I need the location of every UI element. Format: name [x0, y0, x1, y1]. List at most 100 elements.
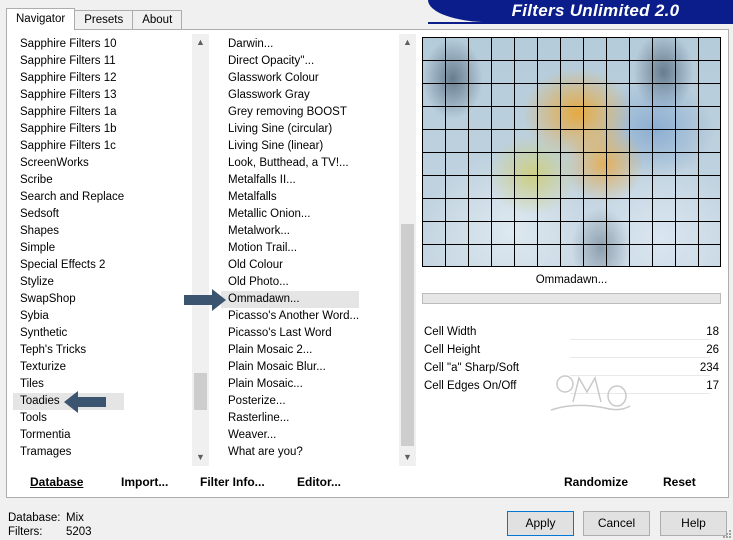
category-scroll-thumb[interactable]	[194, 373, 207, 410]
parameter-slider[interactable]	[570, 341, 710, 358]
parameter-value[interactable]: 18	[706, 323, 719, 341]
category-list-item[interactable]: Synthetic	[13, 325, 124, 342]
parameter-row: Cell Height 26	[422, 341, 721, 359]
app-title-banner: Filters Unlimited 2.0	[428, 0, 733, 22]
filter-list-item[interactable]: Posterize...	[221, 393, 359, 410]
scroll-down-icon[interactable]: ▼	[192, 449, 209, 466]
filter-list-item[interactable]: Glasswork Gray	[221, 87, 359, 104]
category-list-item[interactable]: Sybia	[13, 308, 124, 325]
category-list-item[interactable]: Sapphire Filters 12	[13, 70, 124, 87]
filters-count: 5203	[66, 526, 92, 538]
parameter-slider[interactable]	[570, 323, 710, 340]
filter-list-item[interactable]: Plain Mosaic 2...	[221, 342, 359, 359]
selected-filter-name: Ommadawn...	[535, 274, 608, 286]
parameter-name: Cell Width	[424, 326, 477, 338]
filter-list-item[interactable]: Weaver...	[221, 427, 359, 444]
parameter-value[interactable]: 17	[706, 377, 719, 395]
filter-list-items: Darwin... Direct Opacity''... Glasswork Co…	[221, 36, 360, 461]
filter-list[interactable]: Darwin... Direct Opacity''... Glasswork Co…	[221, 34, 416, 466]
tab-navigator[interactable]: Navigator	[6, 8, 76, 30]
filter-list-item[interactable]: Glasswork Colour	[221, 70, 359, 87]
filter-list-item[interactable]: What are you?	[221, 444, 359, 461]
database-button[interactable]: Database	[30, 475, 83, 489]
filter-list-item[interactable]: Metalwork...	[221, 223, 359, 240]
pointer-arrow-left-icon	[64, 391, 106, 413]
category-list-item[interactable]: Texturize	[13, 359, 124, 376]
filter-list-item[interactable]: Metalfalls	[221, 189, 359, 206]
import-button[interactable]: Import...	[121, 475, 168, 489]
parameter-value[interactable]: 234	[700, 359, 719, 377]
progress-bar	[422, 293, 721, 304]
list-toolbar: Database Import... Filter Info... Editor…	[13, 467, 417, 495]
filter-list-item[interactable]: Old Photo...	[221, 274, 359, 291]
filter-list-item[interactable]: Rasterline...	[221, 410, 359, 427]
filter-list-item[interactable]: Old Colour	[221, 257, 359, 274]
category-list-item[interactable]: SwapShop	[13, 291, 124, 308]
category-list-item[interactable]: Sapphire Filters 10	[13, 36, 124, 53]
scroll-down-icon[interactable]: ▼	[399, 449, 416, 466]
category-list-item[interactable]: Sedsoft	[13, 206, 124, 223]
status-info: Database: Mix Filters: 5203	[8, 511, 92, 539]
filter-list-item[interactable]: Metalfalls II...	[221, 172, 359, 189]
filter-list-item[interactable]: Plain Mosaic Blur...	[221, 359, 359, 376]
category-list-item[interactable]: Scribe	[13, 172, 124, 189]
preview-toolbar: Randomize Reset	[422, 467, 721, 495]
filter-list-item[interactable]: Darwin...	[221, 36, 359, 53]
filter-list-item[interactable]: Grey removing BOOST	[221, 104, 359, 121]
filter-info-button[interactable]: Filter Info...	[200, 475, 265, 489]
filter-list-item[interactable]: Ommadawn...	[221, 291, 360, 308]
category-scrollbar[interactable]: ▲ ▼	[192, 34, 209, 466]
category-list-item[interactable]: Stylize	[13, 274, 124, 291]
apply-button[interactable]: Apply	[507, 511, 574, 536]
filter-list-item[interactable]: Plain Mosaic...	[221, 376, 359, 393]
filter-list-item[interactable]: Look, Butthead, a TV!...	[221, 155, 359, 172]
category-list-item[interactable]: Sapphire Filters 1b	[13, 121, 124, 138]
parameter-name: Cell Edges On/Off	[424, 380, 517, 392]
parameter-row: Cell Width 18	[422, 323, 721, 341]
database-value: Mix	[66, 512, 84, 524]
tab-bar: Navigator Presets About	[6, 8, 183, 30]
pointer-arrow-right-icon	[184, 289, 226, 311]
filter-list-item[interactable]: Picasso's Another Word...	[221, 308, 359, 325]
filter-list-item[interactable]: Metallic Onion...	[221, 206, 359, 223]
scroll-up-icon[interactable]: ▲	[192, 34, 209, 51]
category-list-item[interactable]: Simple	[13, 240, 124, 257]
parameter-value[interactable]: 26	[706, 341, 719, 359]
resize-grip-icon[interactable]	[722, 529, 732, 539]
category-list-item[interactable]: ScreenWorks	[13, 155, 124, 172]
category-list-item[interactable]: Sapphire Filters 1a	[13, 104, 124, 121]
parameter-name: Cell "a" Sharp/Soft	[424, 362, 520, 374]
reset-button[interactable]: Reset	[663, 475, 696, 489]
category-list-item[interactable]: Sapphire Filters 1c	[13, 138, 124, 155]
filter-list-item[interactable]: Picasso's Last Word	[221, 325, 359, 342]
category-list-item[interactable]: Sapphire Filters 13	[13, 87, 124, 104]
cancel-button[interactable]: Cancel	[583, 511, 650, 536]
parameter-name: Cell Height	[424, 344, 481, 356]
filter-list-item[interactable]: Living Sine (circular)	[221, 121, 359, 138]
category-list-item[interactable]: Tormentia	[13, 427, 124, 444]
database-label: Database:	[8, 512, 61, 524]
filter-list-item[interactable]: Direct Opacity''...	[221, 53, 359, 70]
tab-about[interactable]: About	[132, 10, 183, 30]
randomize-button[interactable]: Randomize	[564, 475, 628, 489]
filter-preview[interactable]	[422, 37, 721, 267]
category-list-item[interactable]: Sapphire Filters 11	[13, 53, 124, 70]
scroll-up-icon[interactable]: ▲	[399, 34, 416, 51]
filter-list-item[interactable]: Living Sine (linear)	[221, 138, 359, 155]
preview-grid	[423, 38, 720, 266]
category-list-item[interactable]: Shapes	[13, 223, 124, 240]
category-list[interactable]: Sapphire Filters 10 Sapphire Filters 11 Sa…	[13, 34, 209, 466]
banner-underline	[428, 22, 733, 24]
watermark-logo-icon	[550, 375, 631, 411]
tab-presets[interactable]: Presets	[74, 10, 134, 30]
filter-scrollbar[interactable]: ▲ ▼	[399, 34, 416, 466]
help-button[interactable]: Help	[660, 511, 727, 536]
category-list-item[interactable]: Tramages	[13, 444, 124, 461]
filter-list-item[interactable]: Motion Trail...	[221, 240, 359, 257]
filters-label: Filters:	[8, 526, 43, 538]
category-list-item[interactable]: Special Effects 2	[13, 257, 124, 274]
editor-button[interactable]: Editor...	[297, 475, 341, 489]
filter-scroll-thumb[interactable]	[401, 224, 414, 446]
category-list-item[interactable]: Teph's Tricks	[13, 342, 124, 359]
category-list-item[interactable]: Search and Replace	[13, 189, 124, 206]
